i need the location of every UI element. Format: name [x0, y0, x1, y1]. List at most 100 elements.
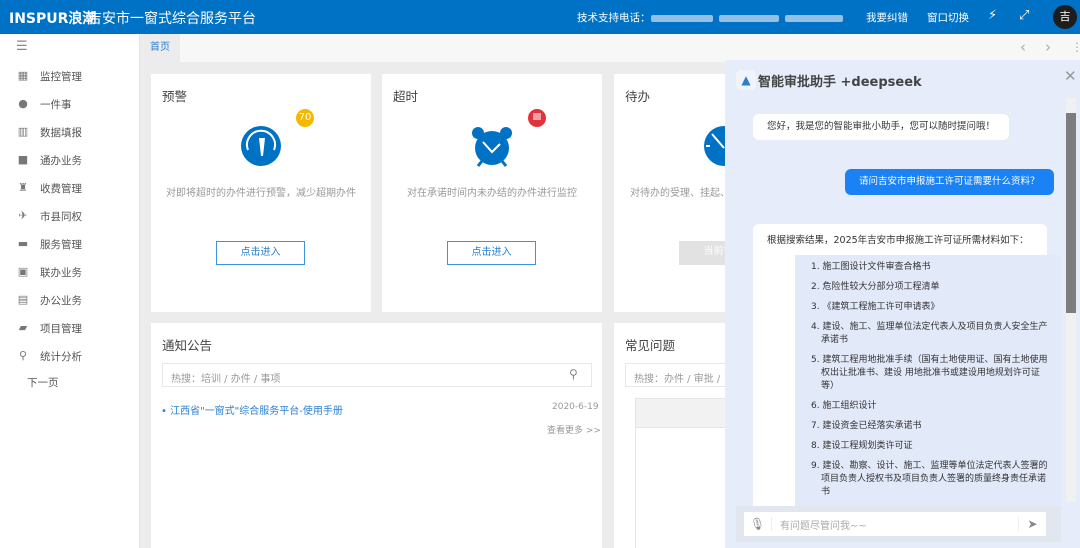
- faq-search-input[interactable]: 热搜：办件 / 审批 /: [625, 363, 734, 387]
- store-icon: ▬: [17, 237, 29, 250]
- view-more-link[interactable]: 查看更多 >>: [547, 423, 601, 436]
- user-circle-icon: ●: [18, 97, 28, 110]
- chat-scrollbar[interactable]: [1066, 98, 1076, 502]
- notice-item-title[interactable]: 江西省"一窗式"综合服务平台-使用手册: [170, 406, 343, 417]
- card-title: 超时: [393, 89, 419, 104]
- platform-title: 吉安市一窗式综合服务平台: [88, 11, 256, 27]
- airplane-icon: ✈: [18, 209, 28, 222]
- faq-title: 常见问题: [625, 338, 676, 353]
- todo-card: 待办 对待办的受理、挂起、 当前暂无: [614, 74, 734, 312]
- support-phone: 技术支持电话：: [577, 10, 849, 25]
- answer-item: 7. 建设资金已经落实承诺书: [811, 421, 922, 431]
- send-icon[interactable]: ➤: [1018, 517, 1046, 531]
- answer-item: 3. 《建筑工程施工许可申请表》: [811, 302, 940, 312]
- assistant-title: 智能审批助手 +deepseek: [758, 75, 922, 90]
- notice-search-input[interactable]: 热搜：培训 / 办件 / 事项: [162, 363, 592, 387]
- answer-item: 6. 施工组织设计: [811, 401, 877, 411]
- card-title: 待办: [625, 89, 651, 104]
- sidebar-item-label: 市县同权: [40, 210, 82, 223]
- answer-item: 1. 施工图设计文件审查合格书: [811, 262, 931, 272]
- timeout-enter-button[interactable]: 点击进入: [447, 241, 536, 265]
- tab-next-icon[interactable]: ›: [1045, 38, 1051, 56]
- answer-item: 9. 建设、勘察、设计、施工、监理等单位法定代表人签署的项目负责人授权书及项目负…: [811, 461, 1048, 497]
- chat-input[interactable]: 有问题尽管问我~~: [772, 517, 1018, 532]
- warning-card: 预警 70 对即将超时的办件进行预警，减少超期办件 点击进入: [151, 74, 371, 312]
- chat-input-bar: 🎙 有问题尽管问我~~ ➤: [736, 506, 1061, 542]
- faq-table: [635, 428, 734, 548]
- briefcase-icon: ■: [17, 153, 29, 166]
- sidebar-item-label: 办公业务: [40, 294, 82, 307]
- card-title: 预警: [162, 89, 188, 104]
- sidebar-item[interactable]: ✈ 市县同权: [17, 206, 82, 226]
- ai-assistant-panel: ▲ 智能审批助手 +deepseek ✕ 您好，我是您的智能审批小助手，您可以随…: [725, 60, 1080, 548]
- sidebar-item[interactable]: ▥ 数据填报: [17, 122, 82, 142]
- search-icon: ⚲: [18, 349, 28, 362]
- sidebar-item-label: 数据填报: [40, 126, 82, 139]
- android-icon: ♜: [18, 181, 28, 194]
- timeout-card: 超时 对在承诺时间内未办结的办件进行监控 点击进入: [382, 74, 602, 312]
- answer-item: 5. 建筑工程用地批准手续（国有土地使用证、国有土地使用权出让批准书、建设 用地…: [811, 355, 1048, 391]
- gauge-icon: [241, 126, 281, 166]
- sidebar-item-label: 一件事: [40, 98, 72, 111]
- support-label: 技术支持电话：: [577, 12, 651, 24]
- user-question: 请问吉安市申报施工许可证需要什么资料？: [845, 169, 1054, 195]
- scrollbar-thumb[interactable]: [1066, 113, 1076, 313]
- sidebar-item-label: 服务管理: [40, 238, 82, 251]
- search-icon[interactable]: ⚲: [569, 367, 578, 381]
- fullscreen-icon[interactable]: ⤢: [1019, 8, 1029, 23]
- notice-item-date: 2020-6-19: [552, 402, 599, 412]
- sidebar: ☰ ▦ 监控管理 ● 一件事 ▥ 数据填报 ■ 通办业务 ♜ 收费管理 ✈ 市县同权 ▬ 服务管理 ▣ 联办业…: [0, 34, 140, 548]
- folder-user-icon: ▰: [18, 321, 28, 334]
- tab-prev-icon[interactable]: ‹: [1020, 38, 1026, 56]
- switch-window-link[interactable]: 窗口切换: [927, 10, 969, 25]
- more-icon[interactable]: ⋮: [1071, 40, 1080, 54]
- next-page-link[interactable]: 下一页: [27, 372, 59, 392]
- answer-item: 8. 建设工程规划类许可证: [811, 441, 913, 451]
- notice-title: 通知公告: [162, 338, 213, 353]
- magic-wand-icon[interactable]: ⚡: [988, 8, 997, 23]
- grid-icon: ▦: [17, 69, 29, 82]
- assistant-greeting: 您好，我是您的智能审批小助手，您可以随时提问哦！: [753, 114, 1010, 140]
- close-icon[interactable]: ✕: [1064, 67, 1077, 85]
- sidebar-item-label: 统计分析: [40, 350, 82, 363]
- sidebar-item-label: 通办业务: [40, 154, 82, 167]
- warning-count-badge: 70: [296, 109, 314, 127]
- sidebar-item[interactable]: ▣ 联办业务: [17, 262, 82, 282]
- card-description: 对即将超时的办件进行预警，减少超期办件: [166, 188, 356, 199]
- top-header: INSPUR浪潮 吉安市一窗式综合服务平台 技术支持电话： 我要纠错 窗口切换 …: [0, 0, 1080, 34]
- sidebar-item[interactable]: ⚲ 统计分析: [17, 346, 82, 366]
- faq-panel: 常见问题 热搜：办件 / 审批 /: [614, 323, 734, 548]
- tab-home[interactable]: 首页: [140, 34, 180, 62]
- notice-panel: 通知公告 热搜：培训 / 办件 / 事项 ⚲ • 江西省"一窗式"综合服务平台-…: [151, 323, 602, 548]
- avatar[interactable]: 吉: [1053, 5, 1077, 29]
- tab-bar: 首页 ‹ › ⋮: [140, 34, 1080, 62]
- assistant-answer: 根据搜索结果，2025年吉安市申报施工许可证所需材料如下： 1. 施工图设计文件…: [753, 224, 1061, 525]
- sidebar-item-label: 监控管理: [40, 70, 82, 83]
- faq-table-header: [635, 398, 734, 428]
- sidebar-item[interactable]: ● 一件事: [17, 94, 72, 114]
- card-description: 对待办的受理、挂起、: [630, 188, 730, 199]
- answer-item: 4. 建设、施工、监理单位法定代表人及项目负责人安全生产承诺书: [811, 322, 1048, 345]
- sidebar-item[interactable]: ■ 通办业务: [17, 150, 82, 170]
- sidebar-item-label: 收费管理: [40, 182, 82, 195]
- google-plus-icon: ▣: [17, 265, 29, 278]
- sidebar-item[interactable]: ▦ 监控管理: [17, 66, 82, 86]
- sidebar-item[interactable]: ▰ 项目管理: [17, 318, 82, 338]
- menu-toggle-icon[interactable]: ☰: [16, 40, 29, 53]
- report-error-link[interactable]: 我要纠错: [866, 10, 908, 25]
- sidebar-item[interactable]: ▬ 服务管理: [17, 234, 82, 254]
- timeout-count-badge: [528, 109, 546, 127]
- building-icon: ▥: [17, 125, 29, 138]
- sidebar-item-label: 联办业务: [40, 266, 82, 279]
- warning-enter-button[interactable]: 点击进入: [216, 241, 305, 265]
- answer-intro: 根据搜索结果，2025年吉安市申报施工许可证所需材料如下：: [767, 235, 1029, 246]
- assistant-logo-icon: ▲: [736, 70, 756, 90]
- answer-list: 1. 施工图设计文件审查合格书 2. 危险性较大分部分项工程清单 3. 《建筑工程施…: [795, 255, 1061, 525]
- sidebar-item-label: 项目管理: [40, 322, 82, 335]
- brand-logo: INSPUR浪潮: [9, 11, 97, 27]
- microphone-icon[interactable]: 🎙: [744, 517, 772, 531]
- sidebar-item[interactable]: ▤ 办公业务: [17, 290, 82, 310]
- list-icon: ▤: [17, 293, 29, 306]
- sidebar-item[interactable]: ♜ 收费管理: [17, 178, 82, 198]
- notice-item[interactable]: • 江西省"一窗式"综合服务平台-使用手册: [161, 402, 343, 417]
